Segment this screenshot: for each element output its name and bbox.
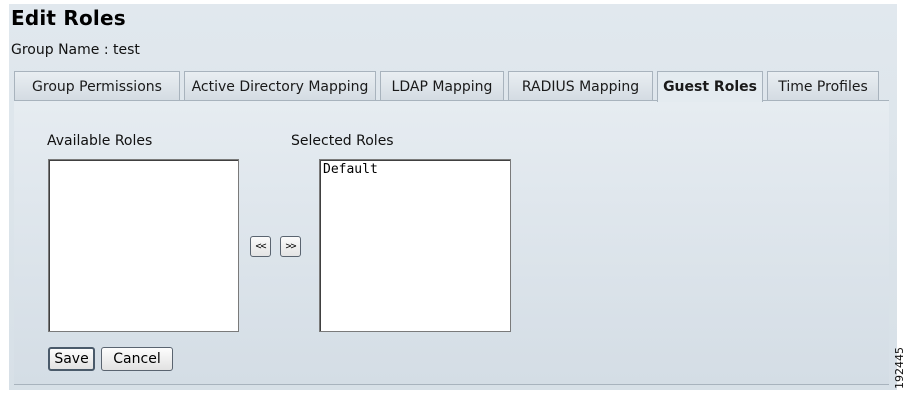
available-roles-label: Available Roles [47,133,153,149]
figure-id-label: 192445 [893,347,906,389]
tab-radius-mapping[interactable]: RADIUS Mapping [508,71,653,101]
tab-group-permissions[interactable]: Group Permissions [14,71,180,101]
cancel-button[interactable]: Cancel [101,347,173,371]
tab-bar: Group Permissions Active Directory Mappi… [14,71,883,102]
move-right-button[interactable]: >> [280,236,301,257]
tab-ldap-mapping[interactable]: LDAP Mapping [380,71,504,101]
page-title: Edit Roles [11,6,126,30]
guest-roles-panel: Available Roles << >> Selected Roles Def… [14,100,889,385]
tab-guest-roles[interactable]: Guest Roles [657,71,763,102]
selected-role-option[interactable]: Default [323,162,507,178]
edit-roles-frame: Edit Roles Group Name : test Group Permi… [9,4,897,390]
available-roles-list[interactable] [48,159,239,332]
tab-active-directory-mapping[interactable]: Active Directory Mapping [184,71,376,101]
move-left-button[interactable]: << [250,236,271,257]
tab-time-profiles[interactable]: Time Profiles [767,71,879,101]
group-name-label: Group Name : test [11,42,140,58]
save-button[interactable]: Save [48,347,95,371]
selected-roles-label: Selected Roles [291,133,394,149]
selected-roles-list[interactable]: Default [319,159,511,332]
